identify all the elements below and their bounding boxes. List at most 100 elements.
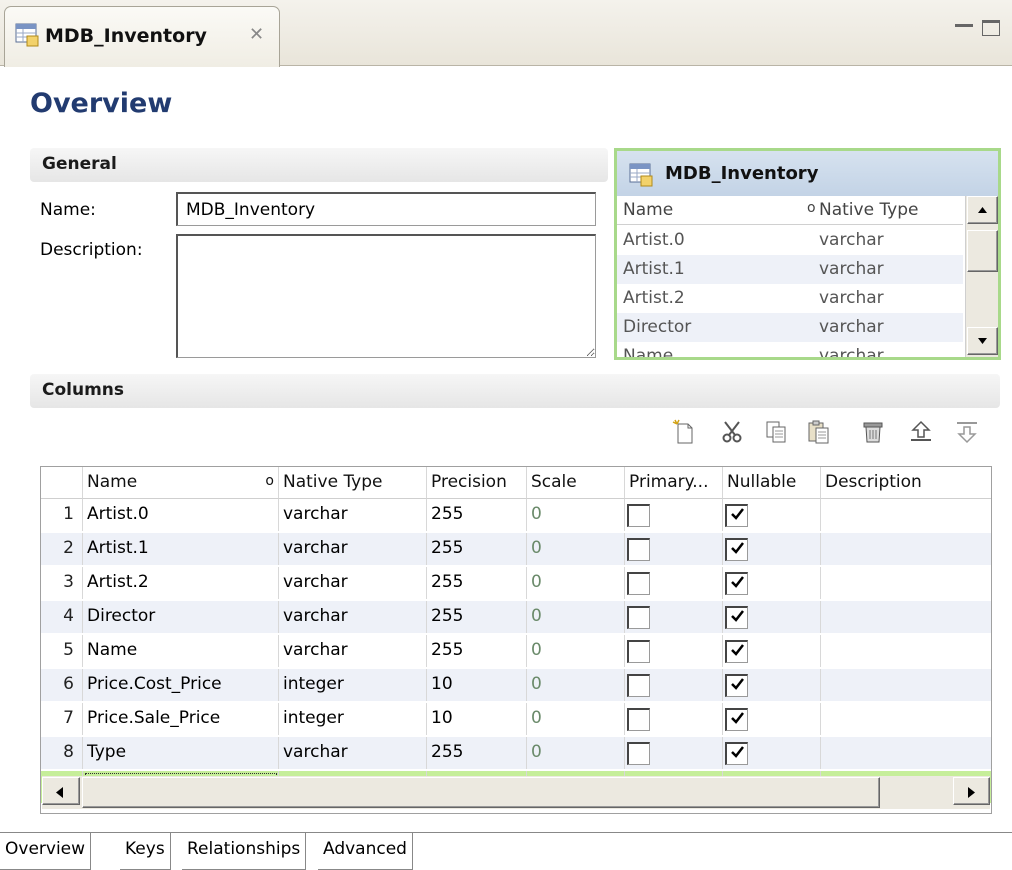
preview-row[interactable]: Director varchar — [617, 313, 963, 342]
cell-name[interactable]: Artist.2 — [83, 567, 279, 599]
cell-name[interactable]: Name — [83, 635, 279, 667]
cell-scale[interactable]: 0 — [527, 737, 625, 769]
minimize-icon[interactable] — [955, 24, 973, 27]
cell-scale[interactable]: 0 — [527, 703, 625, 735]
preview-row[interactable]: Name varchar — [617, 342, 963, 357]
cell-name[interactable]: Type — [83, 737, 279, 769]
cell-precision[interactable]: 255 — [427, 533, 527, 565]
cell-precision[interactable]: 255 — [427, 737, 527, 769]
cell-precision[interactable]: 10 — [427, 703, 527, 735]
cell-description[interactable] — [821, 737, 991, 769]
cell-native-type[interactable]: integer — [279, 703, 427, 735]
copy-icon[interactable] — [764, 419, 790, 445]
cell-precision[interactable]: 255 — [427, 567, 527, 599]
column-header-precision[interactable]: Precision — [427, 467, 527, 499]
column-header-nullable[interactable]: Nullable — [723, 467, 821, 499]
name-input[interactable] — [176, 192, 596, 226]
delete-icon[interactable] — [860, 419, 886, 445]
cell-native-type[interactable]: integer — [279, 669, 427, 701]
preview-col-native-type[interactable]: Native Type — [819, 200, 919, 220]
cell-description[interactable] — [821, 601, 991, 633]
tab-keys[interactable]: Keys — [120, 833, 171, 870]
cell-scale[interactable]: 0 — [527, 567, 625, 599]
cell-native-type[interactable]: varchar — [279, 499, 427, 531]
preview-col-name[interactable]: Name — [623, 200, 673, 220]
cell-scale[interactable]: 0 — [527, 499, 625, 531]
cell-scale[interactable]: 0 — [527, 635, 625, 667]
scroll-down-icon[interactable] — [967, 327, 998, 355]
move-down-icon[interactable] — [954, 419, 980, 445]
cell-native-type[interactable]: varchar — [279, 737, 427, 769]
cell-description[interactable] — [821, 703, 991, 735]
table-row[interactable]: 8 Type varchar 255 0 — [41, 737, 991, 769]
primary-checkbox[interactable] — [627, 674, 650, 697]
table-row[interactable]: 5 Name varchar 255 0 — [41, 635, 991, 667]
scroll-thumb[interactable] — [967, 230, 998, 272]
scroll-right-icon[interactable] — [953, 777, 990, 805]
cell-name[interactable]: Price.Sale_Price — [83, 703, 279, 735]
column-header-description[interactable]: Description — [821, 467, 991, 499]
cell-name[interactable]: Director — [83, 601, 279, 633]
preview-scrollbar[interactable] — [965, 196, 998, 357]
description-input[interactable] — [176, 234, 596, 358]
primary-checkbox[interactable] — [627, 742, 650, 765]
cell-precision[interactable]: 255 — [427, 601, 527, 633]
nullable-checkbox[interactable] — [725, 640, 748, 663]
nullable-checkbox[interactable] — [725, 504, 748, 527]
scroll-left-icon[interactable] — [42, 777, 80, 805]
nullable-checkbox[interactable] — [725, 708, 748, 731]
nullable-checkbox[interactable] — [725, 674, 748, 697]
cell-native-type[interactable]: varchar — [279, 635, 427, 667]
cell-description[interactable] — [821, 635, 991, 667]
cell-description[interactable] — [821, 567, 991, 599]
table-row[interactable]: 7 Price.Sale_Price integer 10 0 — [41, 703, 991, 735]
primary-checkbox[interactable] — [627, 572, 650, 595]
cell-native-type[interactable]: varchar — [279, 601, 427, 633]
column-header-name[interactable]: Name o — [83, 467, 279, 499]
preview-row[interactable]: Artist.0 varchar — [617, 226, 963, 255]
cell-scale[interactable]: 0 — [527, 601, 625, 633]
preview-row[interactable]: Artist.1 varchar — [617, 255, 963, 284]
cell-native-type[interactable]: varchar — [279, 533, 427, 565]
primary-checkbox[interactable] — [627, 504, 650, 527]
table-row[interactable]: 1 Artist.0 varchar 255 0 — [41, 499, 991, 531]
horizontal-scrollbar[interactable] — [42, 776, 990, 809]
cell-name[interactable]: Artist.1 — [83, 533, 279, 565]
tab-relationships[interactable]: Relationships — [182, 833, 307, 870]
cell-scale[interactable]: 0 — [527, 533, 625, 565]
table-row[interactable]: 3 Artist.2 varchar 255 0 — [41, 567, 991, 599]
table-row[interactable]: 4 Director varchar 255 0 — [41, 601, 991, 633]
cell-scale[interactable]: 0 — [527, 669, 625, 701]
primary-checkbox[interactable] — [627, 640, 650, 663]
nullable-checkbox[interactable] — [725, 742, 748, 765]
column-header-scale[interactable]: Scale — [527, 467, 625, 499]
nullable-checkbox[interactable] — [725, 572, 748, 595]
nullable-checkbox[interactable] — [725, 606, 748, 629]
preview-row[interactable]: Artist.2 varchar — [617, 284, 963, 313]
cell-precision[interactable]: 255 — [427, 499, 527, 531]
maximize-icon[interactable] — [982, 20, 1000, 36]
primary-checkbox[interactable] — [627, 708, 650, 731]
table-row[interactable]: 2 Artist.1 varchar 255 0 — [41, 533, 991, 565]
cell-native-type[interactable]: varchar — [279, 567, 427, 599]
cell-precision[interactable]: 255 — [427, 635, 527, 667]
column-header-native-type[interactable]: Native Type — [279, 467, 427, 499]
scroll-up-icon[interactable] — [967, 196, 998, 224]
cell-precision[interactable]: 10 — [427, 669, 527, 701]
nullable-checkbox[interactable] — [725, 538, 748, 561]
cell-description[interactable] — [821, 533, 991, 565]
column-header-primary[interactable]: Primary... — [625, 467, 723, 499]
tab-advanced[interactable]: Advanced — [318, 833, 413, 870]
editor-tab[interactable]: MDB_Inventory ✕ — [4, 6, 280, 67]
primary-checkbox[interactable] — [627, 538, 650, 561]
close-icon[interactable]: ✕ — [249, 24, 264, 45]
cut-icon[interactable] — [720, 419, 746, 445]
primary-checkbox[interactable] — [627, 606, 650, 629]
cell-description[interactable] — [821, 669, 991, 701]
scroll-thumb[interactable] — [82, 777, 880, 808]
cell-name[interactable]: Artist.0 — [83, 499, 279, 531]
table-row[interactable]: 6 Price.Cost_Price integer 10 0 — [41, 669, 991, 701]
paste-icon[interactable] — [806, 419, 832, 445]
cell-name[interactable]: Price.Cost_Price — [83, 669, 279, 701]
move-up-icon[interactable] — [908, 419, 934, 445]
